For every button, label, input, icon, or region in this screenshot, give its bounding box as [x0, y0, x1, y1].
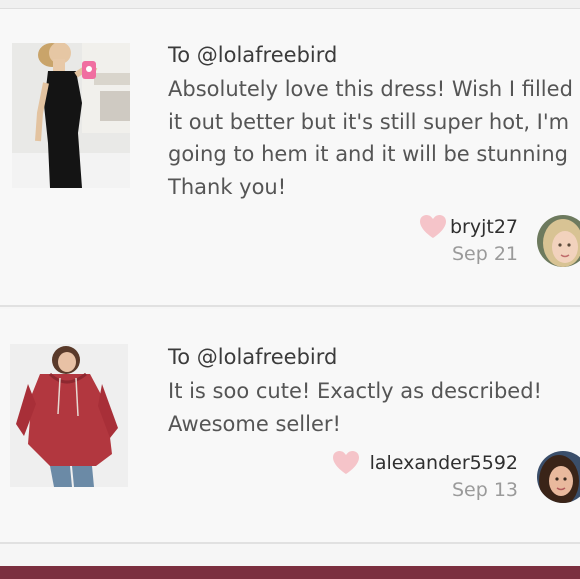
review-card: To @lolafreebird It is soo cute! Exactly… — [0, 309, 580, 544]
review-date: Sep 13 — [451, 479, 518, 501]
review-recipient[interactable]: To @lolafreebird — [168, 345, 337, 369]
reviewer-username[interactable]: lalexander5592 — [370, 452, 518, 474]
black-dress-photo-icon — [12, 43, 130, 188]
review-date: Sep 21 — [451, 243, 518, 265]
reviewer-avatar[interactable] — [537, 451, 580, 503]
reviews-screen: To @lolafreebird Absolutely love this dr… — [0, 0, 580, 579]
review-comment: Absolutely love this dress! Wish I fille… — [168, 77, 573, 199]
review-card: To @lolafreebird Absolutely love this dr… — [0, 9, 580, 307]
user-avatar-icon — [537, 451, 580, 503]
review-comment: It is soo cute! Exactly as described! Aw… — [168, 379, 542, 436]
top-divider — [0, 0, 580, 9]
listing-photo-dress[interactable] — [12, 43, 130, 188]
listing-photo-hoodie[interactable] — [10, 344, 128, 487]
reviewer-avatar[interactable] — [537, 215, 580, 267]
red-hoodie-photo-icon — [10, 344, 128, 487]
footer-bar — [0, 566, 580, 579]
heart-icon[interactable] — [332, 450, 360, 479]
reviewer-username[interactable]: bryjt27 — [450, 216, 518, 238]
heart-icon[interactable] — [419, 214, 447, 243]
review-recipient[interactable]: To @lolafreebird — [168, 43, 337, 67]
user-avatar-icon — [537, 215, 580, 267]
